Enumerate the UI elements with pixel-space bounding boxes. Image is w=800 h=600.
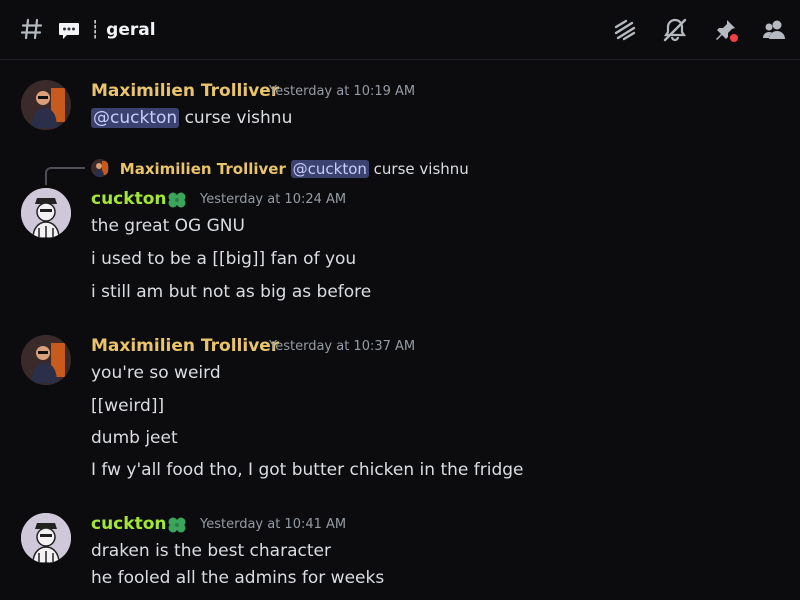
- clover-icon: [168, 192, 186, 208]
- mute-bell-icon[interactable]: [662, 17, 688, 43]
- avatar[interactable]: [21, 80, 71, 130]
- message-author[interactable]: Maximilien Trolliver: [91, 336, 279, 356]
- message-text: you're so weird: [91, 363, 221, 383]
- message-timestamp: Yesterday at 10:37 AM: [269, 339, 416, 354]
- hash-icon: [21, 18, 43, 40]
- message-text: curse vishnu: [184, 108, 293, 128]
- message-text: [[weird]]: [91, 396, 165, 416]
- message-text: he fooled all the admins for weeks: [91, 568, 385, 588]
- avatar-maximilien-icon: [21, 335, 71, 385]
- avatar-maximilien-icon: [21, 80, 71, 130]
- message-timestamp: Yesterday at 10:19 AM: [269, 84, 416, 99]
- speech-bubble-icon: [59, 23, 79, 39]
- members-icon[interactable]: [762, 17, 788, 43]
- clover-icon: [168, 517, 186, 533]
- channel-name: ┊ geral: [90, 20, 156, 40]
- message-author[interactable]: cuckton: [91, 189, 166, 209]
- reply-spine: [45, 167, 85, 185]
- message-content: @cuckton curse vishnu: [91, 108, 292, 128]
- message-author[interactable]: Maximilien Trolliver: [91, 81, 279, 101]
- message-text: I fw y'all food tho, I got butter chicke…: [91, 460, 524, 480]
- message-timestamp: Yesterday at 10:24 AM: [200, 192, 347, 207]
- avatar-cuckton-icon: [21, 188, 71, 238]
- avatar-maximilien-icon: [91, 159, 109, 177]
- message-text: i still am but not as big as before: [91, 282, 372, 302]
- threads-icon[interactable]: [612, 17, 638, 43]
- avatar[interactable]: [21, 335, 71, 385]
- pinned-icon[interactable]: [712, 17, 740, 45]
- message-text: the great OG GNU: [91, 216, 245, 236]
- avatar[interactable]: [21, 188, 71, 238]
- message-text: dumb jeet: [91, 428, 178, 448]
- reply-text: curse vishnu: [373, 160, 469, 178]
- message-text: i used to be a [[big]] fan of you: [91, 249, 357, 269]
- avatar[interactable]: [21, 513, 71, 563]
- reply-author[interactable]: Maximilien Trolliver: [120, 160, 286, 178]
- user-mention[interactable]: @cuckton: [91, 108, 180, 128]
- message-text: draken is the best character: [91, 541, 331, 561]
- reply-preview[interactable]: Maximilien Trolliver @cuckton curse vish…: [91, 159, 469, 179]
- channel-header: ┊ geral: [0, 0, 800, 60]
- user-mention[interactable]: @cuckton: [290, 160, 369, 178]
- avatar-cuckton-icon: [21, 513, 71, 563]
- reply-avatar: [91, 159, 109, 177]
- message-timestamp: Yesterday at 10:41 AM: [200, 517, 347, 532]
- message-author[interactable]: cuckton: [91, 514, 166, 534]
